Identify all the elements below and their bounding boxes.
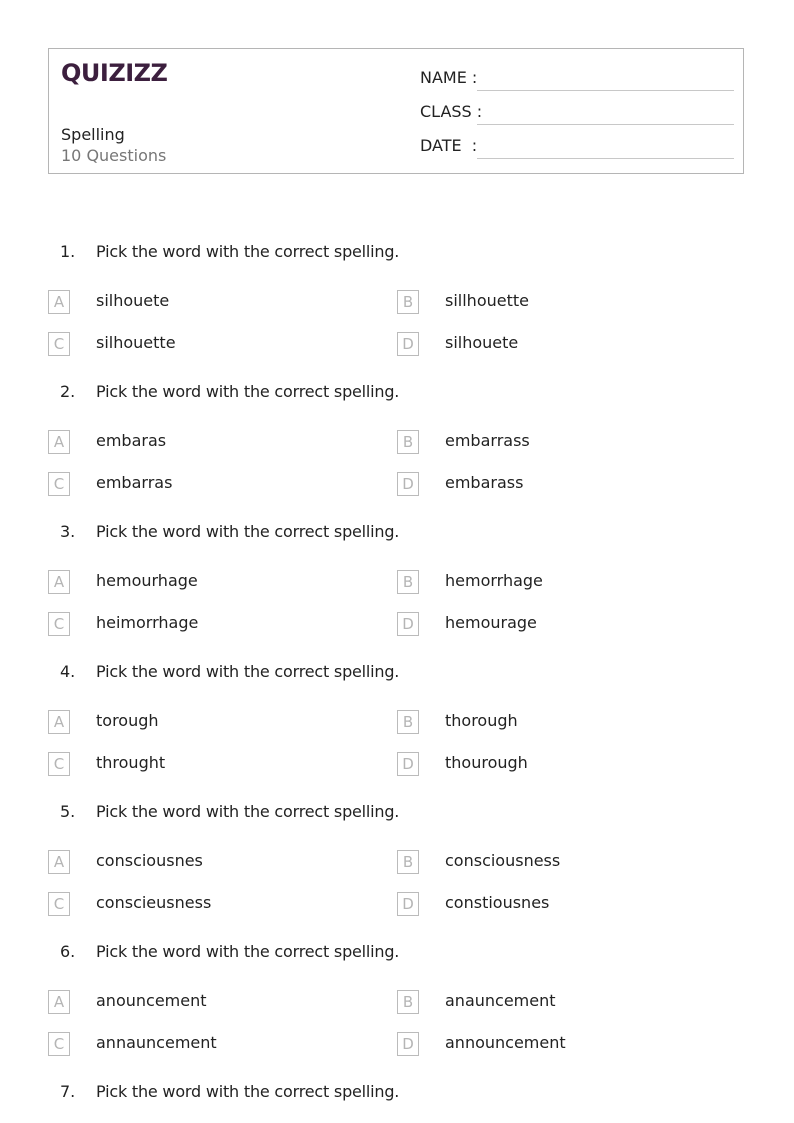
option-text: silhouette [96,333,176,352]
question-text: Pick the word with the correct spelling. [96,242,400,261]
question-number: 2. [60,382,76,401]
option-letter-box[interactable]: A [48,990,70,1014]
date-line[interactable] [477,158,734,159]
option-text: anauncement [445,991,556,1010]
option-text: embarras [96,473,173,492]
option-text: annauncement [96,1033,217,1052]
name-line[interactable] [477,90,734,91]
option-text: heimorrhage [96,613,199,632]
option-letter-box[interactable]: D [397,612,419,636]
date-field[interactable]: DATE : [420,136,734,160]
class-label: CLASS : [420,102,483,121]
option-letter-box[interactable]: B [397,290,419,314]
class-field[interactable]: CLASS : [420,102,734,126]
option-letter-box[interactable]: D [397,332,419,356]
option-letter-box[interactable]: C [48,332,70,356]
option-text: embarrass [445,431,530,450]
option-letter-box[interactable]: A [48,850,70,874]
option-text: embaras [96,431,167,450]
option-letter-box[interactable]: A [48,290,70,314]
question-text: Pick the word with the correct spelling. [96,802,400,821]
option-letter-box[interactable]: D [397,752,419,776]
option-text: conscieusness [96,893,212,912]
option-text: silhouete [96,291,170,310]
option-text: anouncement [96,991,207,1010]
name-label: NAME : [420,68,478,87]
question-number: 6. [60,942,76,961]
question-text: Pick the word with the correct spelling. [96,662,400,681]
option-text: silhouete [445,333,519,352]
option-text: consciousness [445,851,561,870]
option-text: thorough [445,711,518,730]
option-text: hemorrhage [445,571,543,590]
option-letter-box[interactable]: A [48,710,70,734]
class-line[interactable] [477,124,734,125]
option-text: announcement [445,1033,566,1052]
option-letter-box[interactable]: C [48,612,70,636]
question-count: 10 Questions [61,146,167,165]
option-text: throught [96,753,166,772]
option-text: torough [96,711,159,730]
option-text: constiousnes [445,893,550,912]
option-letter-box[interactable]: C [48,472,70,496]
quizizz-logo: QUIZIZZ [61,59,168,87]
option-text: hemourage [445,613,537,632]
worksheet-title: Spelling [61,125,125,144]
question-number: 4. [60,662,76,681]
question-text: Pick the word with the correct spelling. [96,522,400,541]
option-letter-box[interactable]: A [48,570,70,594]
name-field[interactable]: NAME : [420,68,734,92]
option-letter-box[interactable]: C [48,752,70,776]
option-letter-box[interactable]: A [48,430,70,454]
option-letter-box[interactable]: B [397,570,419,594]
question-number: 1. [60,242,76,261]
option-letter-box[interactable]: C [48,1032,70,1056]
question-number: 5. [60,802,76,821]
worksheet-header: QUIZIZZ Spelling 10 Questions NAME : CLA… [48,48,744,174]
option-text: thourough [445,753,528,772]
option-letter-box[interactable]: B [397,990,419,1014]
date-label: DATE : [420,136,478,155]
option-text: hemourhage [96,571,198,590]
question-text: Pick the word with the correct spelling. [96,942,400,961]
option-text: consciousnes [96,851,203,870]
option-letter-box[interactable]: D [397,892,419,916]
option-letter-box[interactable]: B [397,710,419,734]
question-text: Pick the word with the correct spelling. [96,1082,400,1101]
option-letter-box[interactable]: B [397,430,419,454]
question-number: 7. [60,1082,76,1101]
option-letter-box[interactable]: D [397,472,419,496]
question-text: Pick the word with the correct spelling. [96,382,400,401]
option-text: sillhouette [445,291,529,310]
option-letter-box[interactable]: D [397,1032,419,1056]
option-text: embarass [445,473,524,492]
option-letter-box[interactable]: B [397,850,419,874]
option-letter-box[interactable]: C [48,892,70,916]
question-number: 3. [60,522,76,541]
